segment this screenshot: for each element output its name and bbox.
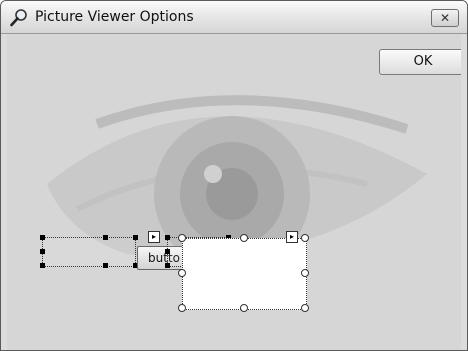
close-icon: ✕: [439, 11, 451, 25]
resize-handle-round[interactable]: [178, 269, 186, 277]
selected-panel-control[interactable]: [182, 238, 307, 310]
smart-tag-icon[interactable]: ▸: [286, 231, 298, 243]
magnifier-icon: [10, 9, 27, 27]
resize-handle[interactable]: [40, 235, 45, 240]
resize-handle-round[interactable]: [301, 234, 309, 242]
window-title: Picture Viewer Options: [35, 9, 194, 25]
resize-handle-round[interactable]: [178, 234, 186, 242]
ok-button[interactable]: OK: [379, 49, 461, 75]
resize-handle[interactable]: [165, 263, 170, 268]
resize-handle[interactable]: [103, 263, 108, 268]
resize-handle[interactable]: [40, 249, 45, 254]
close-button[interactable]: ✕: [431, 9, 459, 27]
selected-control-left[interactable]: [42, 237, 136, 267]
resize-handle[interactable]: [165, 235, 170, 240]
dialog-window: Picture Viewer Options ✕ OK butto ▸ ▸: [0, 0, 468, 351]
resize-handle[interactable]: [40, 263, 45, 268]
resize-handle[interactable]: [165, 249, 170, 254]
title-bar[interactable]: Picture Viewer Options ✕: [1, 1, 467, 34]
resize-handle-round[interactable]: [178, 304, 186, 312]
resize-handle-round[interactable]: [301, 269, 309, 277]
resize-handle-round[interactable]: [240, 234, 248, 242]
form-client-area: OK butto ▸ ▸: [7, 34, 461, 350]
resize-handle-round[interactable]: [301, 304, 309, 312]
resize-handle-round[interactable]: [240, 304, 248, 312]
resize-handle[interactable]: [133, 235, 138, 240]
smart-tag-icon[interactable]: ▸: [148, 231, 160, 243]
resize-handle[interactable]: [103, 235, 108, 240]
